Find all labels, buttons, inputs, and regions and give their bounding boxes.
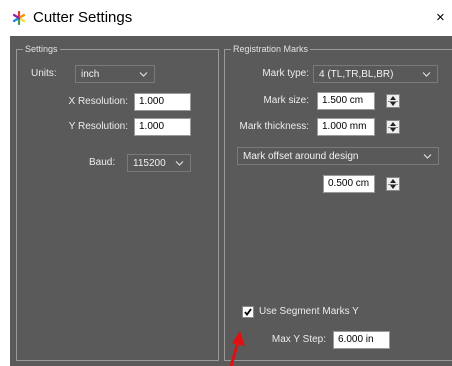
checkmark-icon — [244, 308, 252, 316]
mark-thickness-value: 1.000 mm — [322, 121, 367, 132]
baud-select[interactable]: 115200 — [127, 154, 191, 172]
y-resolution-input[interactable]: 1.000 — [134, 118, 191, 136]
baud-label: Baud: — [89, 157, 116, 168]
x-resolution-value: 1.000 — [139, 96, 165, 107]
registration-marks-group: Registration Marks Mark type: 4 (TL,TR,B… — [224, 43, 452, 361]
mark-offset-mode-select[interactable]: Mark offset around design — [237, 147, 439, 165]
baud-value: 115200 — [133, 158, 166, 169]
units-label: Units: — [31, 68, 57, 79]
chevron-down-icon — [175, 161, 184, 166]
settings-legend: Settings — [23, 43, 60, 55]
mark-type-value: 4 (TL,TR,BL,BR) — [319, 69, 394, 80]
spin-down-icon — [390, 128, 396, 132]
mark-size-label: Mark size: — [263, 95, 309, 106]
max-y-step-value: 6.000 in — [338, 334, 374, 345]
units-select[interactable]: inch — [75, 65, 155, 83]
max-y-step-input[interactable]: 6.000 in — [333, 331, 390, 349]
window-title: Cutter Settings — [33, 9, 133, 26]
mark-thickness-input[interactable]: 1.000 mm — [317, 118, 375, 136]
mark-size-value: 1.500 cm — [322, 95, 364, 106]
mark-thickness-spinner[interactable] — [386, 120, 400, 134]
close-button[interactable]: × — [436, 9, 445, 26]
spin-up-icon — [390, 122, 396, 126]
spin-down-icon — [390, 102, 396, 106]
annotation-arrow — [229, 331, 245, 366]
chevron-down-icon — [422, 72, 431, 77]
x-resolution-input[interactable]: 1.000 — [134, 93, 191, 111]
spin-up-icon — [390, 179, 396, 183]
chevron-down-icon — [139, 72, 148, 77]
mark-type-select[interactable]: 4 (TL,TR,BL,BR) — [313, 65, 438, 83]
mark-size-input[interactable]: 1.500 cm — [317, 92, 375, 110]
registration-marks-legend: Registration Marks — [231, 43, 311, 55]
mark-offset-value: 0.500 cm — [328, 178, 370, 189]
dialog-body: Settings Units: inch X Resolution: 1.000… — [10, 36, 452, 366]
y-resolution-value: 1.000 — [139, 121, 165, 132]
mark-offset-mode-value: Mark offset around design — [243, 151, 359, 162]
mark-type-label: Mark type: — [262, 68, 309, 79]
segment-marks-checkbox[interactable] — [242, 306, 254, 318]
y-resolution-label: Y Resolution: — [68, 121, 128, 132]
app-icon — [12, 11, 26, 25]
spin-up-icon — [390, 96, 396, 100]
mark-size-spinner[interactable] — [386, 94, 400, 108]
mark-offset-input[interactable]: 0.500 cm — [323, 175, 375, 193]
settings-group: Settings Units: inch X Resolution: 1.000… — [16, 43, 219, 361]
units-value: inch — [81, 69, 100, 80]
mark-thickness-label: Mark thickness: — [239, 121, 309, 132]
segment-marks-label: Use Segment Marks Y — [259, 306, 359, 317]
mark-offset-spinner[interactable] — [386, 177, 400, 191]
title-bar: Cutter Settings × — [0, 0, 452, 36]
x-resolution-label: X Resolution: — [68, 96, 128, 107]
chevron-down-icon — [423, 154, 432, 159]
spin-down-icon — [390, 185, 396, 189]
